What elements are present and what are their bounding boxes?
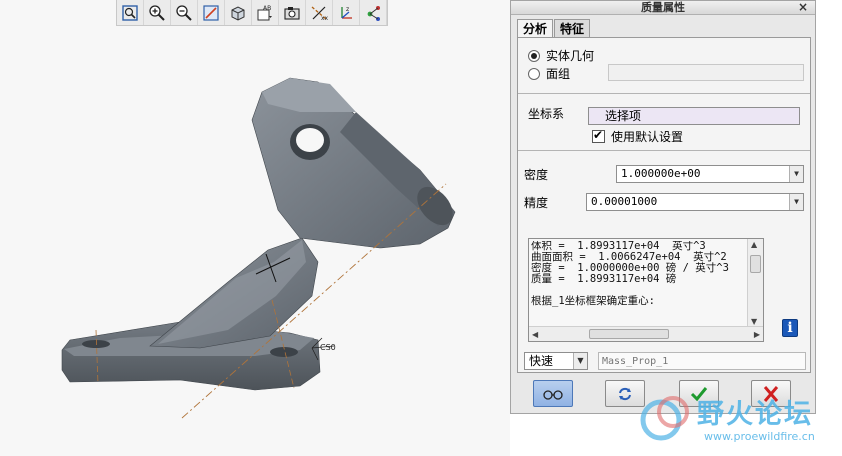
analysis-name-input[interactable] — [598, 352, 806, 370]
accuracy-row: 精度 0.00001000 ▼ — [524, 193, 804, 211]
geometry-section: 实体几何 面组 — [518, 38, 810, 94]
dialog-tabs: 分析 特征 — [517, 19, 591, 37]
spin-center-button[interactable] — [360, 0, 387, 25]
display-style-icon — [231, 5, 245, 21]
saved-views-icon: AB — [257, 5, 272, 20]
dialog-title: 质量属性 — [641, 1, 685, 14]
density-value: 1.000000e+00 — [621, 167, 701, 180]
zoom-out-button[interactable] — [171, 0, 198, 25]
result-line: 质量 = 1.8993117e+04 磅 — [531, 273, 677, 285]
ok-button[interactable] — [679, 380, 719, 407]
refit-button[interactable] — [117, 0, 144, 25]
repeat-icon — [619, 387, 631, 400]
use-default-option[interactable]: ✔ 使用默认设置 — [592, 128, 683, 145]
use-default-label: 使用默认设置 — [611, 130, 684, 144]
datum-axis-button[interactable]: xx — [306, 0, 333, 25]
graphics-viewport[interactable]: CS0 AB xx z — [0, 0, 510, 456]
chevron-down-icon[interactable]: ▼ — [789, 194, 803, 210]
repaint-icon — [203, 4, 219, 21]
solid-label: 实体几何 — [546, 49, 595, 63]
zoom-out-icon — [176, 4, 192, 21]
accuracy-value: 0.00001000 — [591, 195, 658, 208]
scroll-up-icon[interactable]: ▲ — [751, 240, 757, 249]
csys-collector[interactable]: 选择项 — [588, 107, 800, 125]
svg-text:AB: AB — [263, 5, 271, 12]
horizontal-scrollbar[interactable]: ◀ ▶ — [529, 326, 763, 341]
view-toolbar: AB xx z — [116, 0, 388, 26]
vertical-scroll-thumb[interactable] — [750, 255, 761, 273]
saved-views-button[interactable]: AB — [252, 0, 279, 25]
vertical-scrollbar[interactable]: ▲ ▼ — [747, 239, 763, 327]
camera-button[interactable] — [279, 0, 306, 25]
camera-icon — [284, 6, 300, 20]
density-label: 密度 — [524, 167, 549, 182]
dialog-titlebar: 质量属性 × — [511, 1, 815, 15]
tab-feature[interactable]: 特征 — [554, 19, 591, 37]
mode-value: 快速 — [529, 354, 554, 368]
csys-label: CS0 — [320, 343, 336, 352]
info-icon[interactable]: i — [782, 319, 798, 337]
zoom-in-icon — [149, 4, 165, 21]
chevron-down-icon[interactable]: ▼ — [789, 166, 803, 182]
density-field[interactable]: 1.000000e+00 ▼ — [616, 165, 804, 183]
datum-csys-button[interactable]: z — [333, 0, 360, 25]
results-text: 体积 = 1.8993117e+04 英寸^3 曲面面积 = 1.0066247e… — [531, 241, 747, 325]
datum-csys-icon: z — [341, 6, 352, 19]
solid-geometry-option[interactable]: 实体几何 — [528, 47, 594, 64]
analysis-panel: 实体几何 面组 坐标系 选择项 ✔ 使用默认设置 密度 1.000000e+00… — [517, 37, 811, 373]
svg-text:z: z — [346, 6, 349, 13]
cancel-x-icon — [763, 385, 779, 402]
repaint-button[interactable] — [198, 0, 225, 25]
cancel-button[interactable] — [751, 380, 791, 407]
density-row: 密度 1.000000e+00 ▼ — [524, 165, 804, 183]
datum-axis-icon: xx — [311, 6, 328, 22]
chevron-down-icon[interactable]: ▼ — [573, 353, 587, 369]
horizontal-scroll-thumb[interactable] — [589, 329, 669, 339]
accuracy-label: 精度 — [524, 195, 549, 210]
save-row: 快速 ▼ — [524, 352, 806, 370]
close-icon[interactable]: × — [798, 1, 808, 14]
svg-text:xx: xx — [321, 15, 328, 22]
watermark-url: www.proewildfire.cn — [704, 430, 815, 443]
quilt-collector[interactable] — [608, 64, 804, 81]
glasses-icon — [543, 389, 563, 400]
csys-section: 坐标系 选择项 ✔ 使用默认设置 — [518, 95, 810, 151]
quilt-label: 面组 — [546, 67, 571, 81]
solid-radio[interactable] — [528, 49, 540, 62]
display-style-button[interactable] — [225, 0, 252, 25]
ok-check-icon — [690, 386, 708, 401]
use-default-checkbox[interactable]: ✔ — [592, 128, 605, 143]
scroll-left-icon[interactable]: ◀ — [532, 330, 538, 339]
scroll-down-icon[interactable]: ▼ — [751, 317, 757, 326]
accuracy-field[interactable]: 0.00001000 ▼ — [586, 193, 804, 211]
result-line: 根据_1坐标框架确定重心: — [531, 295, 655, 307]
tab-analysis[interactable]: 分析 — [517, 19, 554, 37]
preview-button[interactable] — [533, 380, 573, 407]
zoom-in-button[interactable] — [144, 0, 171, 25]
part-model[interactable] — [0, 0, 510, 456]
repeat-button[interactable] — [605, 380, 645, 407]
dialog-actions — [517, 377, 811, 411]
mode-select[interactable]: 快速 ▼ — [524, 352, 588, 370]
quilt-radio[interactable] — [528, 67, 540, 80]
mass-properties-dialog: 质量属性 × 分析 特征 实体几何 面组 坐标系 选择项 ✔ 使用默认设置 密度… — [510, 0, 816, 414]
scroll-right-icon[interactable]: ▶ — [754, 330, 760, 339]
results-area[interactable]: 体积 = 1.8993117e+04 英寸^3 曲面面积 = 1.0066247e… — [528, 238, 764, 342]
spin-center-icon — [367, 5, 380, 21]
refit-icon — [122, 4, 138, 21]
quilt-option[interactable]: 面组 — [528, 65, 570, 82]
csys-label-text: 坐标系 — [528, 107, 565, 121]
